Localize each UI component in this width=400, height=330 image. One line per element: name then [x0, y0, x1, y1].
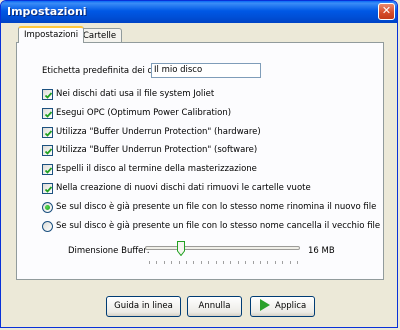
checkbox-joliet[interactable]	[42, 89, 53, 100]
slider-tick	[223, 261, 224, 264]
checkbox-remove-empty-folders[interactable]	[42, 183, 53, 194]
slider-tick	[282, 261, 284, 264]
radio-dot	[45, 205, 50, 210]
cancel-button[interactable]: Annulla	[187, 296, 242, 317]
slider-tick	[178, 261, 180, 264]
title-bar[interactable]: Impostazioni ✕	[1, 1, 397, 23]
checkbox-bup-hardware[interactable]	[42, 127, 53, 138]
buffer-size-label: Dimensione Buffer:	[68, 246, 150, 256]
check-icon	[44, 167, 53, 174]
check-icon	[44, 148, 53, 155]
slider-tick	[200, 261, 202, 264]
checkbox-eject[interactable]	[42, 164, 53, 175]
check-icon	[44, 130, 53, 137]
radio-delete-old[interactable]	[42, 221, 53, 232]
buffer-size-value: 16 MB	[308, 246, 335, 256]
slider-tick	[267, 261, 269, 264]
slider-tick	[215, 261, 217, 264]
check-icon	[44, 186, 53, 193]
slider-tick	[149, 261, 150, 264]
slider-tick	[193, 261, 195, 264]
slider-tick	[289, 261, 291, 264]
close-icon: ✕	[381, 4, 392, 17]
checkbox-label: Espelli il disco al termine della master…	[56, 164, 257, 174]
checkbox-label: Esegui OPC (Optimum Power Calibration)	[56, 108, 232, 118]
slider-tick	[274, 261, 276, 264]
check-icon	[44, 92, 53, 99]
radio-label: Se sul disco è già presente un file con …	[56, 221, 381, 231]
tab-impostazioni[interactable]: Impostazioni	[18, 26, 85, 43]
check-icon	[44, 111, 53, 118]
window-title: Impostazioni	[7, 5, 87, 18]
slider-tick	[208, 261, 210, 264]
checkbox-label: Utilizza "Buffer Underrun Protection" (h…	[56, 127, 261, 137]
apply-button[interactable]: Applica	[250, 296, 315, 317]
slider-tick	[171, 261, 173, 264]
checkbox-label: Nella creazione di nuovi dischi dati rim…	[56, 183, 311, 193]
close-button[interactable]: ✕	[378, 3, 395, 20]
slider-tick	[237, 261, 239, 264]
disc-label-input[interactable]: Il mio disco	[151, 63, 261, 78]
checkbox-bup-software[interactable]	[42, 145, 53, 156]
slider-tick	[297, 261, 298, 264]
buffer-slider-track[interactable]	[145, 246, 300, 250]
slider-tick	[230, 261, 232, 264]
slider-tick	[245, 261, 247, 264]
slider-tick	[156, 261, 158, 264]
checkbox-label: Nei dischi dati usa il file system Jolie…	[56, 89, 215, 99]
radio-label: Se sul disco è già presente un file con …	[56, 202, 377, 212]
slider-tick	[186, 261, 187, 264]
help-button[interactable]: Guida in linea	[106, 296, 181, 317]
apply-button-label: Applica	[275, 301, 307, 311]
slider-tick	[252, 261, 254, 264]
buffer-slider-thumb[interactable]	[176, 241, 185, 256]
slider-tick	[163, 261, 165, 264]
radio-rename-new[interactable]	[42, 202, 53, 213]
checkbox-label: Utilizza "Buffer Underrun Protection" (s…	[56, 145, 258, 155]
settings-dialog: Impostazioni ✕ Impostazioni Cartelle Eti…	[0, 0, 398, 328]
play-arrow-icon	[260, 298, 270, 311]
checkbox-opc[interactable]	[42, 108, 53, 119]
tab-label: Cartelle	[83, 31, 117, 41]
tab-label: Impostazioni	[24, 30, 79, 40]
slider-tick	[260, 261, 261, 264]
